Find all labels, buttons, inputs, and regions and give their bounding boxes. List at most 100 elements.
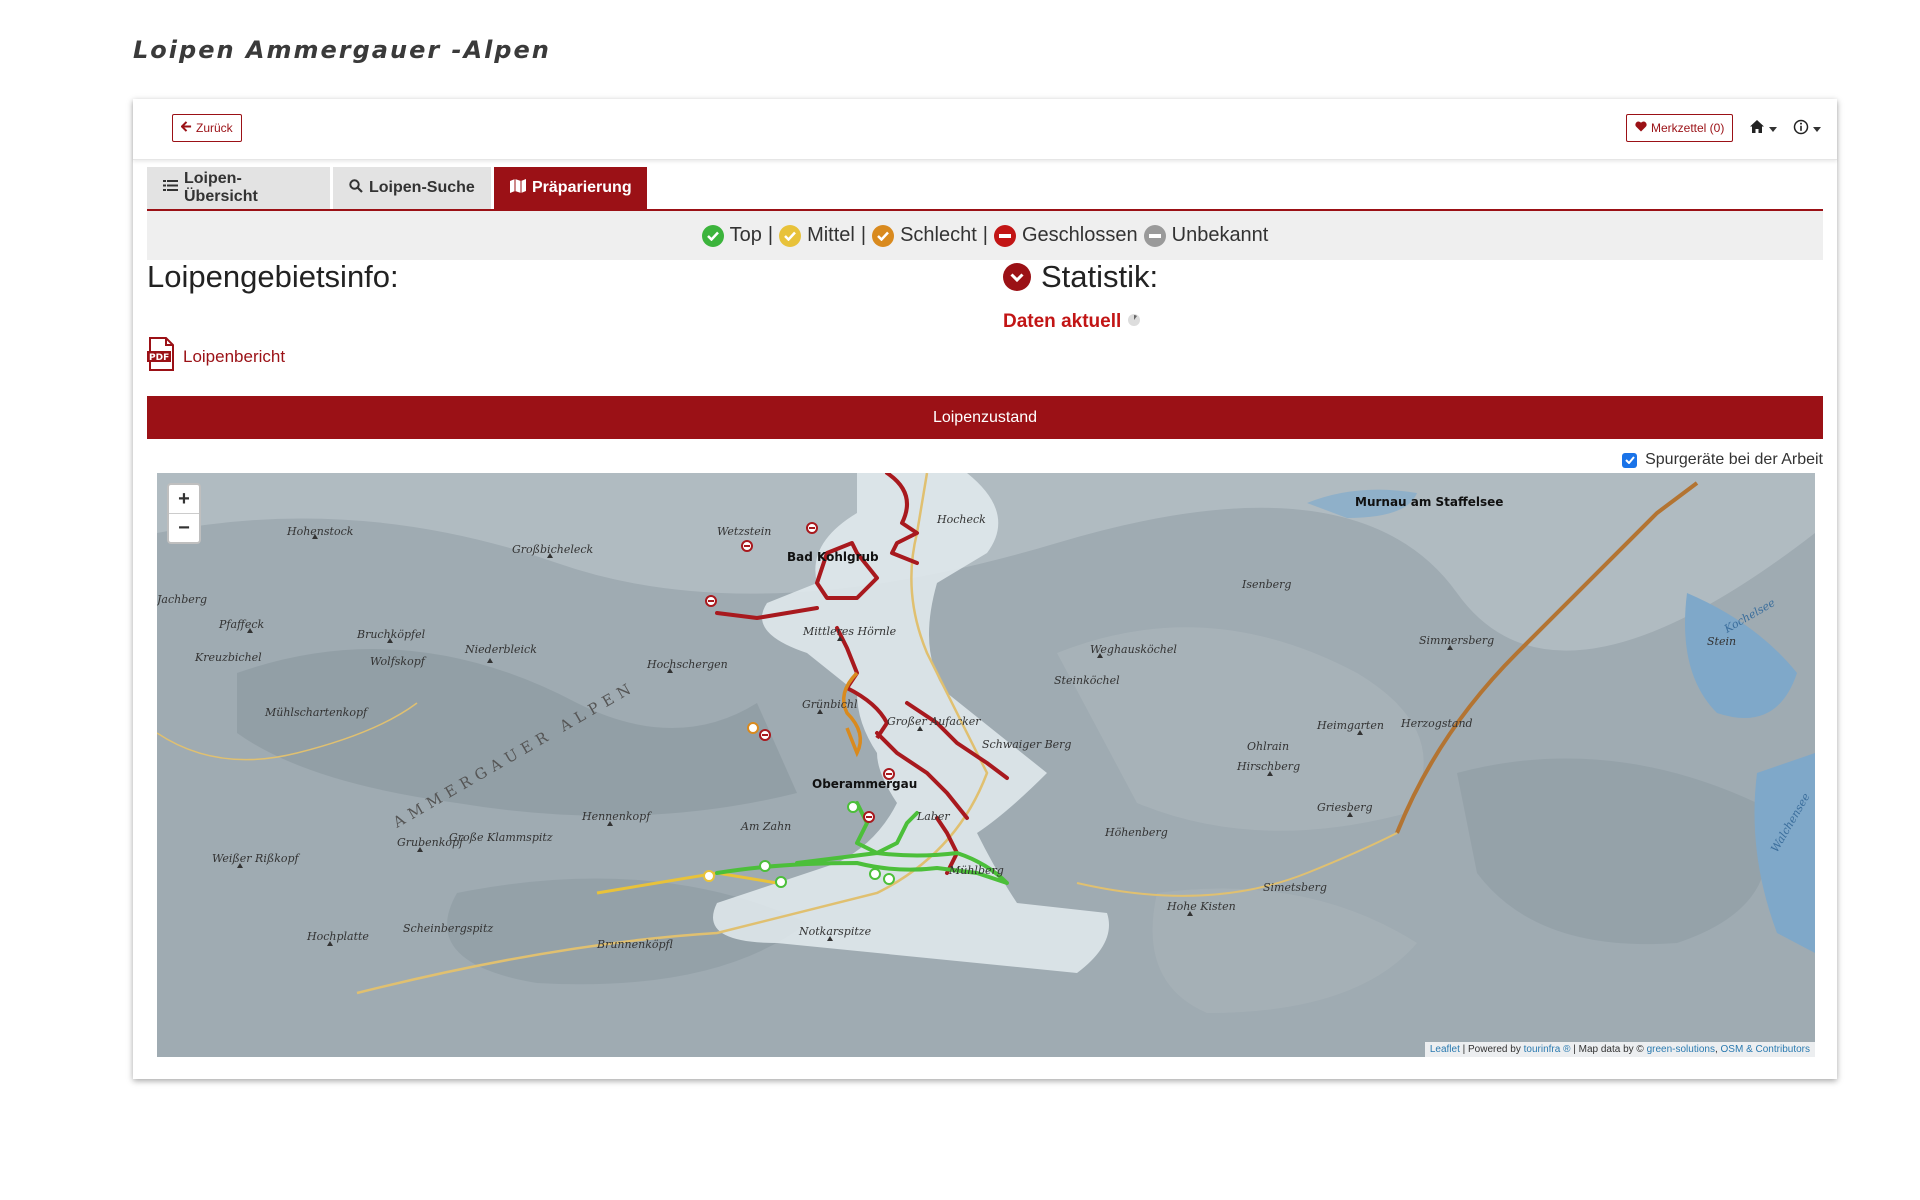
map-label: Isenberg <box>1241 578 1291 591</box>
map-label: Steinköchel <box>1054 674 1120 687</box>
legend-item-schlecht: Schlecht <box>872 224 977 247</box>
top-marker[interactable] <box>847 801 859 813</box>
chevron-down-circle-icon <box>1003 263 1031 291</box>
top-marker[interactable] <box>883 873 895 885</box>
medium-marker[interactable] <box>703 870 715 882</box>
tab-bar: Loipen-Übersicht Loipen-Suche Präparieru… <box>147 167 1823 211</box>
pdf-report-link[interactable]: PDF Loipenbericht <box>147 337 285 376</box>
map-label: Hochschergen <box>646 658 728 671</box>
attribution-text: | Map data by © <box>1570 1044 1647 1055</box>
legend-label: Geschlossen <box>1022 224 1138 246</box>
map-label: Laber <box>916 810 950 823</box>
map-label: Herzogstand <box>1400 717 1473 730</box>
map-label: Weghausköchel <box>1090 643 1177 656</box>
condition-legend: Top | Mittel | Schlecht | Geschlossen Un… <box>147 211 1823 260</box>
legend-separator: | <box>982 224 988 246</box>
memo-label: Merkzettel (0) <box>1651 121 1725 135</box>
chevron-down-icon <box>1813 127 1821 132</box>
top-marker[interactable] <box>869 868 881 880</box>
map-label: Niederbleick <box>464 643 537 656</box>
info-menu[interactable] <box>1793 119 1821 140</box>
top-marker[interactable] <box>759 860 771 872</box>
map-label: Grünbichl <box>802 698 858 711</box>
map-label: Pfaffeck <box>218 618 264 631</box>
map-label: Höhenberg <box>1104 826 1168 839</box>
map-label: Mühlberg <box>948 864 1004 877</box>
map-label: Kreuzbichel <box>194 651 262 664</box>
leaflet-link[interactable]: Leaflet <box>1430 1044 1460 1055</box>
pdf-report-label: Loipenbericht <box>183 346 286 366</box>
bad-marker[interactable] <box>747 722 759 734</box>
search-icon <box>349 178 363 198</box>
loipen-widget: Zurück Merkzettel (0) Loipen-Übersicht L… <box>133 99 1837 1079</box>
grooming-layer-toggle[interactable]: Spurgeräte bei der Arbeit <box>1622 451 1823 469</box>
map-label: Griesberg <box>1317 801 1373 814</box>
closed-marker[interactable] <box>759 729 771 741</box>
osm-link[interactable]: OSM & Contributors <box>1721 1044 1810 1055</box>
zoom-in-button[interactable]: + <box>169 485 199 514</box>
statistics-label: Statistik: <box>1041 259 1159 294</box>
tab-loipen-uebersicht[interactable]: Loipen-Übersicht <box>147 167 330 209</box>
closed-marker[interactable] <box>863 811 875 823</box>
zoom-out-button[interactable]: − <box>169 514 199 542</box>
map-label: Hohenstock <box>286 525 354 538</box>
memo-button[interactable]: Merkzettel (0) <box>1626 114 1734 142</box>
data-status-label: Daten aktuell <box>1003 311 1122 332</box>
map-label: Am Zahn <box>740 820 791 833</box>
svg-text:PDF: PDF <box>149 353 169 363</box>
legend-label: Unbekannt <box>1171 224 1269 246</box>
tab-praeparierung[interactable]: Präparierung <box>494 167 647 209</box>
clock-icon <box>1127 311 1141 333</box>
map-label: Notkarspitze <box>798 925 872 938</box>
pdf-icon: PDF <box>147 337 175 376</box>
map-label: Hirschberg <box>1236 760 1300 773</box>
green-solutions-link[interactable]: green-solutions <box>1647 1044 1715 1055</box>
home-menu[interactable] <box>1749 119 1777 139</box>
map-label: Murnau am Staffelsee <box>1355 495 1503 509</box>
map-label: Stein <box>1707 635 1736 648</box>
top-marker[interactable] <box>775 876 787 888</box>
tourinfra-link[interactable]: tourinfra ® <box>1524 1044 1571 1055</box>
check-circle-icon <box>779 224 802 247</box>
closed-marker[interactable] <box>705 595 717 607</box>
chevron-down-icon <box>1769 126 1777 132</box>
statistics-title[interactable]: Statistik: <box>1003 259 1158 295</box>
legend-item-mittel: Mittel <box>779 224 855 247</box>
map-canvas[interactable]: Murnau am Staffelsee Bad Kohlgrub Oberam… <box>157 473 1815 1057</box>
map-label: Hennenkopf <box>581 810 652 823</box>
legend-item-top: Top <box>701 224 762 247</box>
home-icon <box>1749 119 1765 139</box>
map-label: Mühlschartenkopf <box>264 706 369 719</box>
closed-marker[interactable] <box>806 522 818 534</box>
map-label: Großbicheleck <box>512 543 594 556</box>
map-label: Schwaiger Berg <box>982 738 1071 751</box>
section-header: Loipenzustand <box>147 396 1823 439</box>
legend-label: Top <box>729 224 762 246</box>
map-label: Hocheck <box>936 513 986 526</box>
heart-icon <box>1635 121 1647 135</box>
map-attribution: Leaflet | Powered by tourinfra ® | Map d… <box>1424 1042 1815 1057</box>
zoom-control: + − <box>167 483 201 544</box>
map-label: Ohlrain <box>1247 740 1289 753</box>
map-label: Hohe Kisten <box>1166 900 1236 913</box>
closed-marker[interactable] <box>741 540 753 552</box>
list-icon <box>163 179 178 197</box>
check-circle-icon <box>872 224 895 247</box>
info-icon <box>1793 119 1809 140</box>
checkbox[interactable] <box>1622 452 1638 468</box>
map-label: Scheinbergspitz <box>403 922 493 935</box>
grooming-layer-label: Spurgeräte bei der Arbeit <box>1645 451 1823 468</box>
back-label: Zurück <box>196 121 233 135</box>
map-label: Wolfskopf <box>370 655 427 668</box>
map-label: Große Klammspitz <box>449 831 553 844</box>
legend-label: Schlecht <box>900 224 977 246</box>
page-title: Loipen Ammergauer -Alpen <box>133 36 551 64</box>
map-label: Großer Aufacker <box>887 715 981 728</box>
map-label: Simmersberg <box>1419 634 1494 647</box>
arrow-left-icon <box>180 121 192 135</box>
legend-item-geschlossen: Geschlossen <box>994 224 1138 247</box>
back-button[interactable]: Zurück <box>172 114 242 142</box>
tab-loipen-suche[interactable]: Loipen-Suche <box>333 167 491 209</box>
map-icon <box>510 178 526 198</box>
trail-map[interactable]: Murnau am Staffelsee Bad Kohlgrub Oberam… <box>157 473 1815 1057</box>
